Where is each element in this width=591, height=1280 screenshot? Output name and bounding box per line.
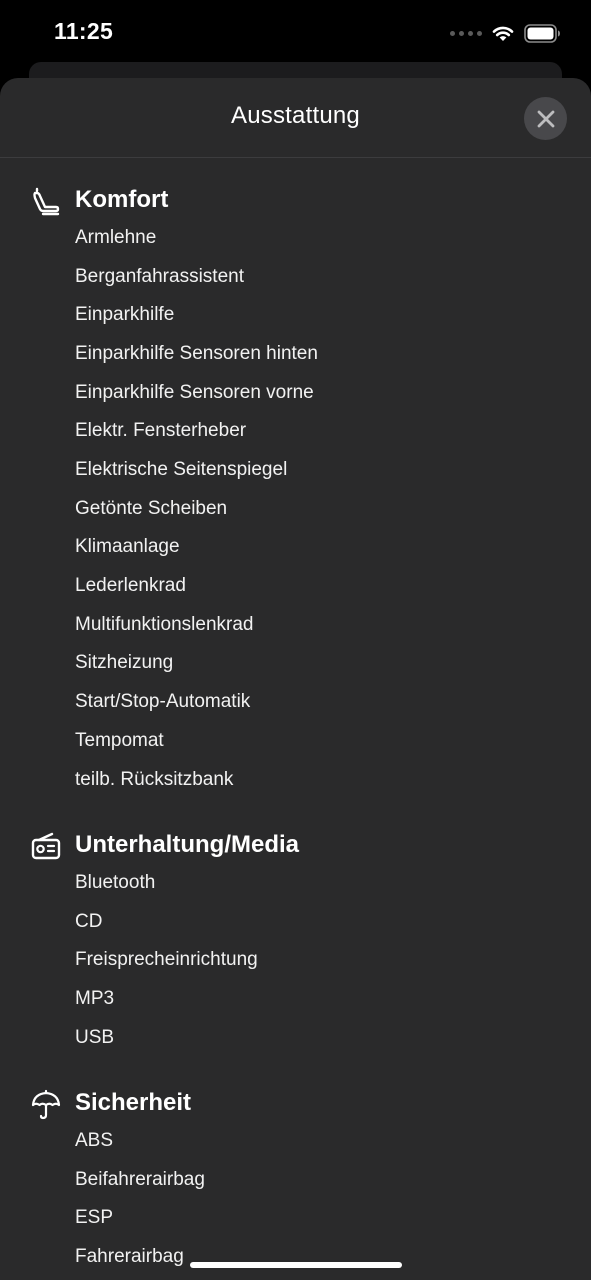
list-item: Tempomat — [75, 730, 164, 751]
sheet-header: Ausstattung — [0, 78, 591, 158]
wifi-icon — [492, 26, 514, 41]
list-item: Einparkhilfe Sensoren hinten — [75, 343, 318, 364]
list-item: teilb. Rücksitzbank — [75, 769, 234, 790]
list-item: Armlehne — [75, 227, 157, 248]
radio-icon — [31, 832, 61, 860]
list-item: Einparkhilfe Sensoren vorne — [75, 382, 314, 403]
list-item: Fahrerairbag — [75, 1246, 184, 1267]
umbrella-icon — [31, 1089, 61, 1120]
list-item: Elektr. Fensterheber — [75, 420, 247, 441]
equipment-sheet: Ausstattung Komfort Armlehne Berganfahra… — [0, 78, 591, 1280]
section-header: Unterhaltung/Media — [0, 828, 591, 872]
status-time: 11:25 — [54, 18, 114, 44]
section-title: Komfort — [75, 186, 169, 213]
list-item: ABS — [75, 1130, 114, 1151]
section-title: Sicherheit — [75, 1089, 192, 1116]
list-item: CD — [75, 911, 103, 932]
status-bar: 11:25 — [0, 0, 591, 64]
sheet-title: Ausstattung — [231, 102, 360, 129]
close-button[interactable] — [524, 97, 567, 140]
battery-icon — [524, 23, 560, 43]
list-item: Beifahrerairbag — [75, 1169, 205, 1190]
section-komfort: Komfort Armlehne Berganfahrassistent Ein… — [0, 183, 591, 790]
cellular-signal-icon — [450, 30, 482, 36]
list-item: Getönte Scheiben — [75, 498, 228, 519]
list-item: Bluetooth — [75, 872, 156, 893]
list-item: MP3 — [75, 988, 115, 1009]
list-item: Berganfahrassistent — [75, 266, 244, 287]
car-seat-icon — [33, 187, 60, 216]
list-item: Freisprecheinrichtung — [75, 949, 258, 970]
list-item: Elektrische Seitenspiegel — [75, 459, 288, 480]
section-title: Unterhaltung/Media — [75, 831, 300, 858]
list-item: Klimaanlage — [75, 536, 180, 557]
status-icons — [450, 22, 561, 44]
list-item: Einparkhilfe — [75, 304, 175, 325]
list-item: ESP — [75, 1207, 114, 1228]
section-header: Komfort — [0, 183, 591, 227]
close-icon — [537, 110, 554, 127]
section-header: Sicherheit — [0, 1086, 591, 1130]
section-unterhaltung-media: Unterhaltung/Media Bluetooth CD Freispre… — [0, 828, 591, 1048]
list-item: Lederlenkrad — [75, 575, 186, 596]
list-item: Sitzheizung — [75, 652, 174, 673]
list-item: Multifunktionslenkrad — [75, 614, 254, 635]
home-indicator[interactable] — [190, 1262, 402, 1268]
section-sicherheit: Sicherheit ABS Beifahrerairbag ESP Fahre… — [0, 1086, 591, 1267]
list-item: Start/Stop-Automatik — [75, 691, 251, 712]
list-item: USB — [75, 1027, 115, 1048]
